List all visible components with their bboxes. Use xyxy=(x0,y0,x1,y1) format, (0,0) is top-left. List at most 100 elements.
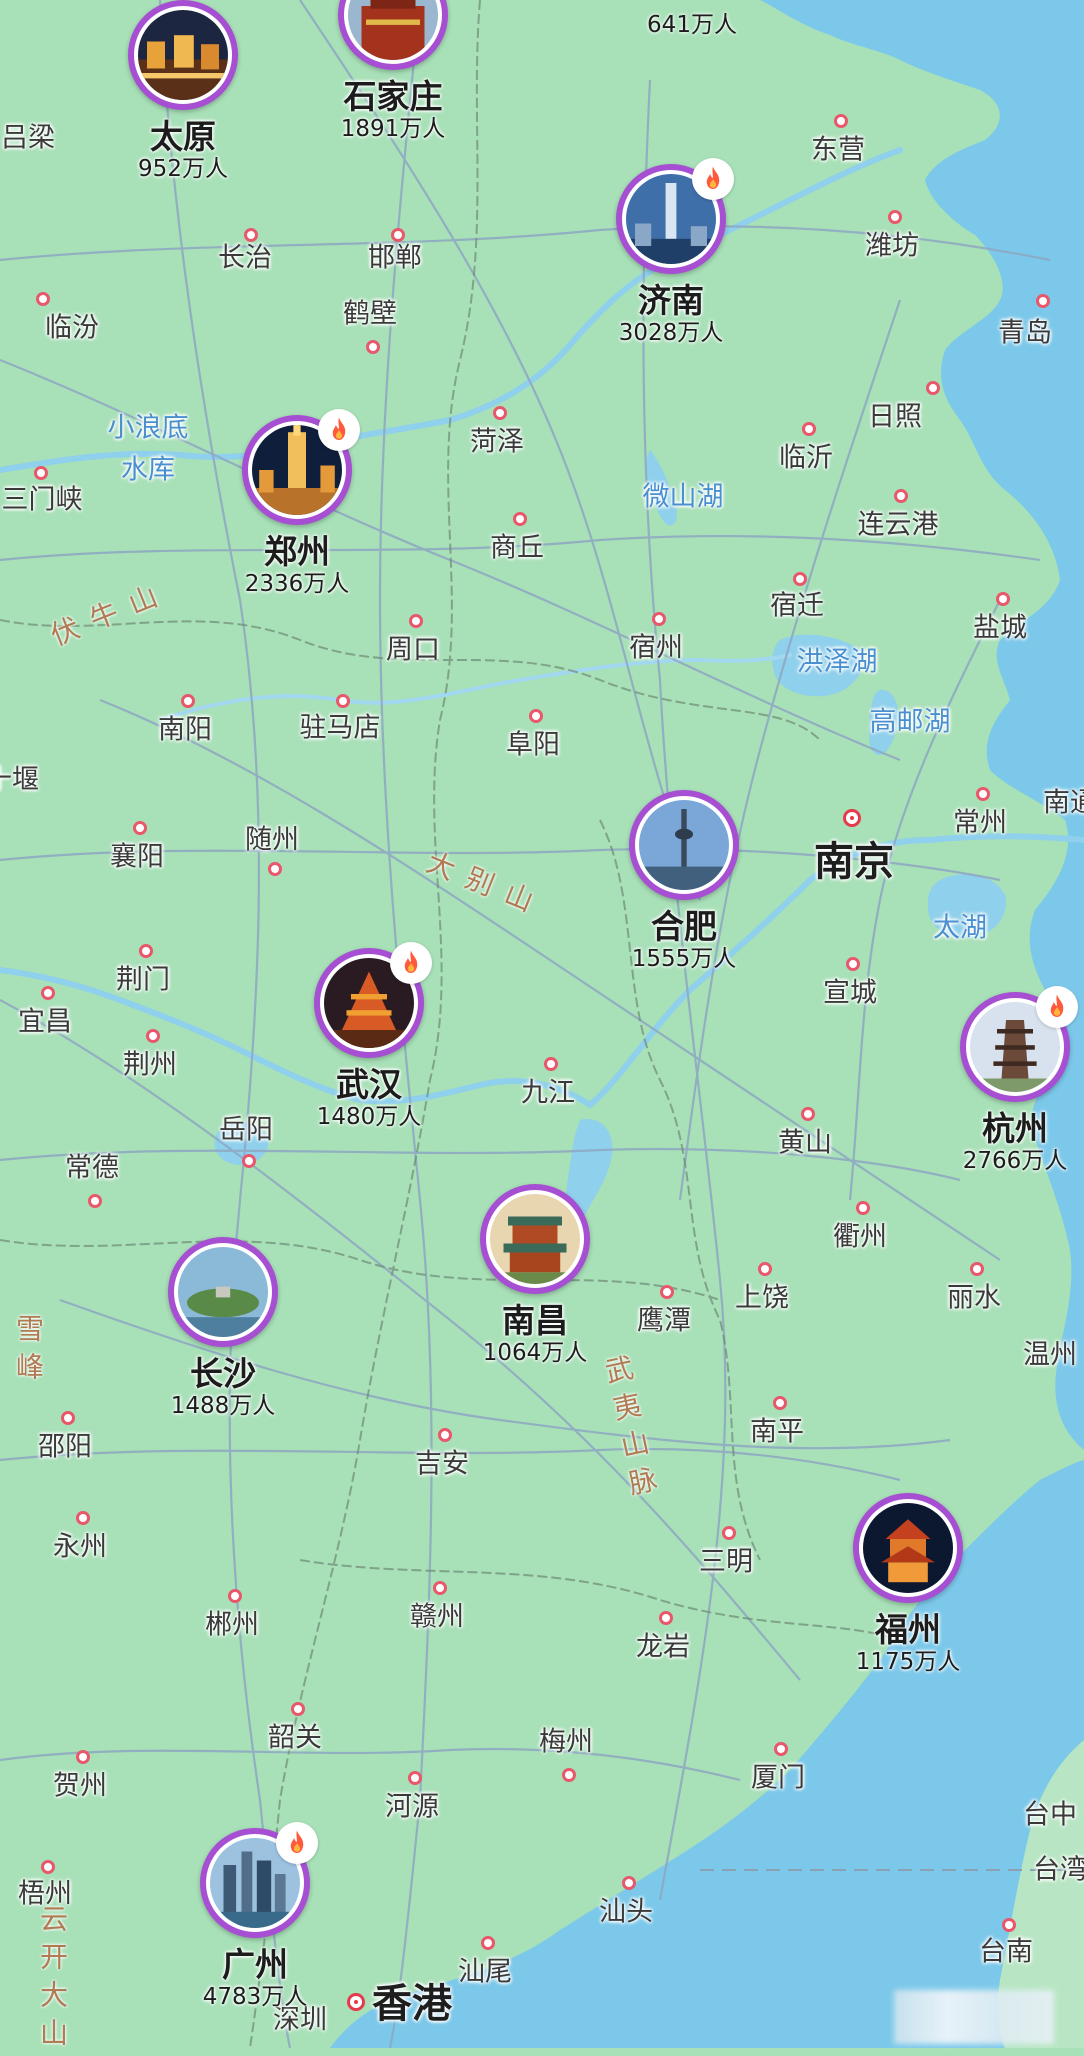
lake-label: 太湖 xyxy=(933,912,987,944)
city-bubble-guangzhou[interactable]: 广州 4783万人 xyxy=(155,1822,355,2011)
city-dot xyxy=(242,1154,256,1168)
city-dot xyxy=(408,1771,422,1785)
city-label[interactable]: 临汾 xyxy=(45,315,99,342)
city-bubble-hefei[interactable]: 合肥 1555万人 xyxy=(584,790,784,973)
city-label[interactable]: 潍坊 xyxy=(865,233,919,260)
city-dot xyxy=(493,406,507,420)
city-dot xyxy=(146,1029,160,1043)
city-dot xyxy=(41,1860,55,1874)
city-photo-ring[interactable] xyxy=(960,986,1078,1102)
city-label[interactable]: 荆州 xyxy=(123,1052,177,1079)
city-label[interactable]: 郴州 xyxy=(205,1612,259,1639)
city-label[interactable]: 商丘 xyxy=(490,535,544,562)
city-label[interactable]: 温州 xyxy=(1023,1342,1077,1369)
city-dot xyxy=(133,821,147,835)
city-dot xyxy=(34,466,48,480)
city-label[interactable]: 衢州 xyxy=(833,1224,887,1251)
city-label[interactable]: 黄山 xyxy=(778,1130,832,1157)
city-label[interactable]: 阜阳 xyxy=(506,732,560,759)
city-bubble-hangzhou[interactable]: 杭州 2766万人 xyxy=(915,986,1084,1175)
city-bubble-changsha[interactable]: 长沙 1488万人 xyxy=(123,1237,323,1420)
city-bubble-fuzhou[interactable]: 福州 1175万人 xyxy=(808,1493,1008,1676)
city-label[interactable]: 常德 xyxy=(65,1155,119,1182)
city-label[interactable]: 邵阳 xyxy=(38,1434,92,1461)
city-label[interactable]: 宜昌 xyxy=(18,1009,72,1036)
major-city-label-hongkong[interactable]: 香港 xyxy=(372,1984,452,2024)
city-bubble-nanchang[interactable]: 南昌 1064万人 xyxy=(435,1184,635,1367)
city-photo-ring[interactable] xyxy=(314,942,432,1058)
major-city-label-nanjing[interactable]: 南京 xyxy=(814,842,894,882)
city-label[interactable]: 台南 xyxy=(979,1939,1033,1966)
city-photo-ring[interactable] xyxy=(338,0,448,70)
city-bubble-jinan[interactable]: 济南 3028万人 xyxy=(571,158,771,347)
city-label[interactable]: 韶关 xyxy=(268,1725,322,1752)
city-dot xyxy=(846,957,860,971)
city-label[interactable]: 赣州 xyxy=(410,1604,464,1631)
city-label[interactable]: 鹰潭 xyxy=(637,1308,691,1335)
city-label[interactable]: 梅州 xyxy=(539,1729,593,1756)
city-label[interactable]: 宿迁 xyxy=(770,593,824,620)
city-label[interactable]: 常州 xyxy=(953,810,1007,837)
city-label[interactable]: 驻马店 xyxy=(300,715,381,742)
city-label[interactable]: 襄阳 xyxy=(110,844,164,871)
city-photo-ring[interactable] xyxy=(200,1822,318,1938)
city-label[interactable]: 贺州 xyxy=(53,1773,107,1800)
city-dot xyxy=(801,1107,815,1121)
city-label[interactable]: 上饶 xyxy=(735,1285,789,1312)
city-dot xyxy=(774,1742,788,1756)
city-label[interactable]: 日照 xyxy=(868,404,922,431)
city-label[interactable]: 龙岩 xyxy=(636,1634,690,1661)
city-photo-ring[interactable] xyxy=(168,1237,278,1347)
city-label[interactable]: 汕尾 xyxy=(458,1959,512,1986)
city-label[interactable]: 台湾 xyxy=(1033,1857,1084,1884)
city-dot xyxy=(652,612,666,626)
city-label[interactable]: 九江 xyxy=(521,1080,575,1107)
city-tianjin-clipped: 641万人 xyxy=(647,0,737,37)
city-label[interactable]: 盐城 xyxy=(973,615,1027,642)
city-photo-ring[interactable] xyxy=(480,1184,590,1294)
city-label[interactable]: 吕梁 xyxy=(1,125,55,152)
city-dot xyxy=(41,986,55,1000)
city-label[interactable]: 南平 xyxy=(750,1419,804,1446)
city-label[interactable]: 丽水 xyxy=(947,1285,1001,1312)
city-label[interactable]: 荆门 xyxy=(116,967,170,994)
city-label[interactable]: 汕头 xyxy=(599,1899,653,1926)
city-label[interactable]: 南通 xyxy=(1043,790,1084,817)
city-label[interactable]: 三门峡 xyxy=(2,487,83,514)
city-photo-ring[interactable] xyxy=(616,158,734,274)
fire-hot-icon xyxy=(276,1822,318,1864)
city-label[interactable]: 鹤壁 xyxy=(343,301,397,328)
city-bubble-shijiazhuang[interactable]: 石家庄 1891万人 xyxy=(293,0,493,143)
city-label[interactable]: 随州 xyxy=(245,827,299,854)
city-dot xyxy=(228,1589,242,1603)
city-label[interactable]: 周口 xyxy=(386,637,440,664)
city-label[interactable]: 岳阳 xyxy=(219,1117,273,1144)
city-label[interactable]: 永州 xyxy=(53,1534,107,1561)
city-bubble-taiyuan[interactable]: 太原 952万人 xyxy=(83,0,283,183)
city-label[interactable]: 临沂 xyxy=(779,445,833,472)
city-dot xyxy=(36,292,50,306)
city-label[interactable]: 宿州 xyxy=(629,635,683,662)
city-label[interactable]: 宣城 xyxy=(823,980,877,1007)
city-label[interactable]: 连云港 xyxy=(858,512,939,539)
city-label[interactable]: 十堰 xyxy=(0,767,39,794)
bubble-city-name: 南昌 xyxy=(502,1301,568,1340)
city-label[interactable]: 南阳 xyxy=(158,717,212,744)
city-photo xyxy=(639,800,729,890)
city-label[interactable]: 河源 xyxy=(385,1794,439,1821)
city-label[interactable]: 长治 xyxy=(218,245,272,272)
city-label[interactable]: 厦门 xyxy=(751,1765,805,1792)
city-label[interactable]: 吉安 xyxy=(415,1451,469,1478)
city-label[interactable]: 青岛 xyxy=(998,320,1052,347)
city-photo-ring[interactable] xyxy=(128,0,238,110)
city-photo-ring[interactable] xyxy=(242,409,360,525)
city-label[interactable]: 台中 xyxy=(1023,1802,1077,1829)
city-label[interactable]: 邯郸 xyxy=(368,245,422,272)
city-label[interactable]: 菏泽 xyxy=(470,429,524,456)
city-bubble-wuhan[interactable]: 武汉 1480万人 xyxy=(269,942,469,1131)
city-label[interactable]: 三明 xyxy=(699,1549,753,1576)
city-photo-ring[interactable] xyxy=(629,790,739,900)
city-photo-ring[interactable] xyxy=(853,1493,963,1603)
city-bubble-zhengzhou[interactable]: 郑州 2336万人 xyxy=(197,409,397,598)
city-label[interactable]: 东营 xyxy=(811,137,865,164)
